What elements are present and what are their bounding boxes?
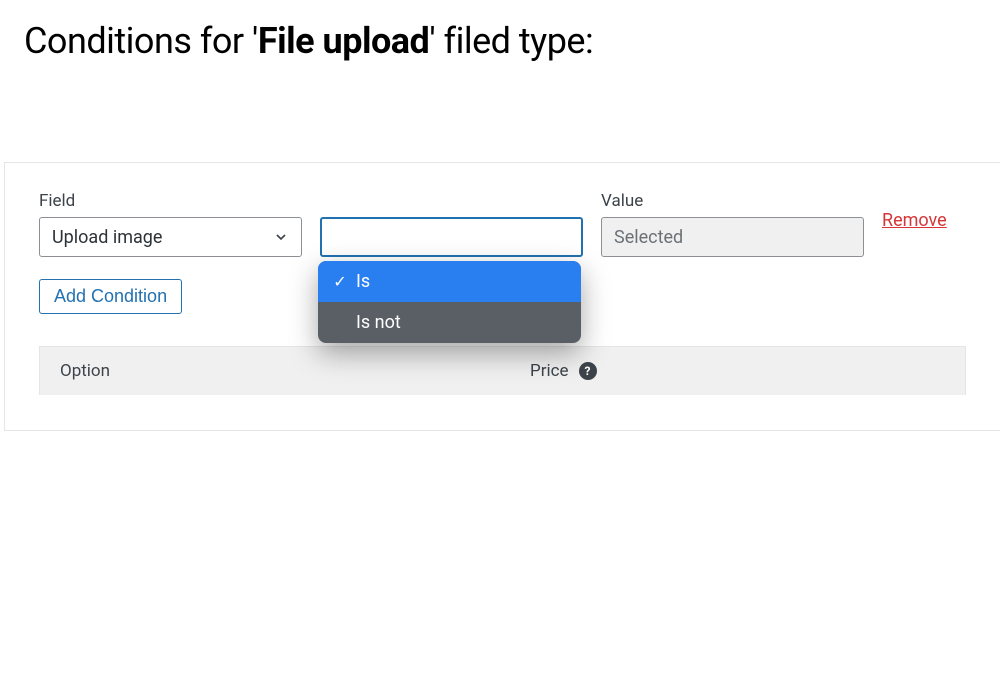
value-select[interactable]: Selected — [601, 217, 864, 257]
relation-select[interactable] — [320, 217, 583, 257]
field-select[interactable]: Upload image — [39, 217, 302, 257]
value-column: Value Selected — [601, 191, 864, 257]
title-prefix: Conditions for ' — [24, 20, 258, 62]
check-icon: ✓ — [332, 272, 348, 291]
help-icon[interactable]: ? — [579, 362, 597, 380]
relation-option-label: Is — [356, 271, 370, 292]
condition-row: Field Upload image Relation ✓ Is Is not — [5, 163, 1000, 269]
relation-dropdown: ✓ Is Is not — [318, 261, 581, 343]
chevron-down-icon — [273, 229, 289, 245]
title-suffix: ' filed type: — [429, 20, 593, 62]
options-table-header: Option Price ? — [39, 346, 966, 395]
value-select-value: Selected — [614, 227, 683, 248]
field-column: Field Upload image — [39, 191, 302, 257]
conditions-panel: Field Upload image Relation ✓ Is Is not — [4, 162, 1000, 431]
option-column-header: Option — [60, 361, 530, 381]
relation-option-label: Is not — [356, 312, 401, 333]
add-condition-button[interactable]: Add Condition — [39, 279, 182, 314]
price-column-header: Price ? — [530, 361, 597, 381]
field-select-value: Upload image — [52, 227, 162, 248]
value-label: Value — [601, 191, 864, 211]
relation-option-is[interactable]: ✓ Is — [318, 261, 581, 302]
field-label: Field — [39, 191, 302, 211]
page-title: Conditions for 'File upload' filed type: — [0, 0, 1000, 72]
relation-column: Relation ✓ Is Is not — [320, 235, 583, 257]
relation-option-is-not[interactable]: Is not — [318, 302, 581, 343]
title-bold: File upload — [258, 20, 430, 62]
price-header-text: Price — [530, 361, 569, 381]
remove-condition-link[interactable]: Remove — [882, 210, 947, 239]
